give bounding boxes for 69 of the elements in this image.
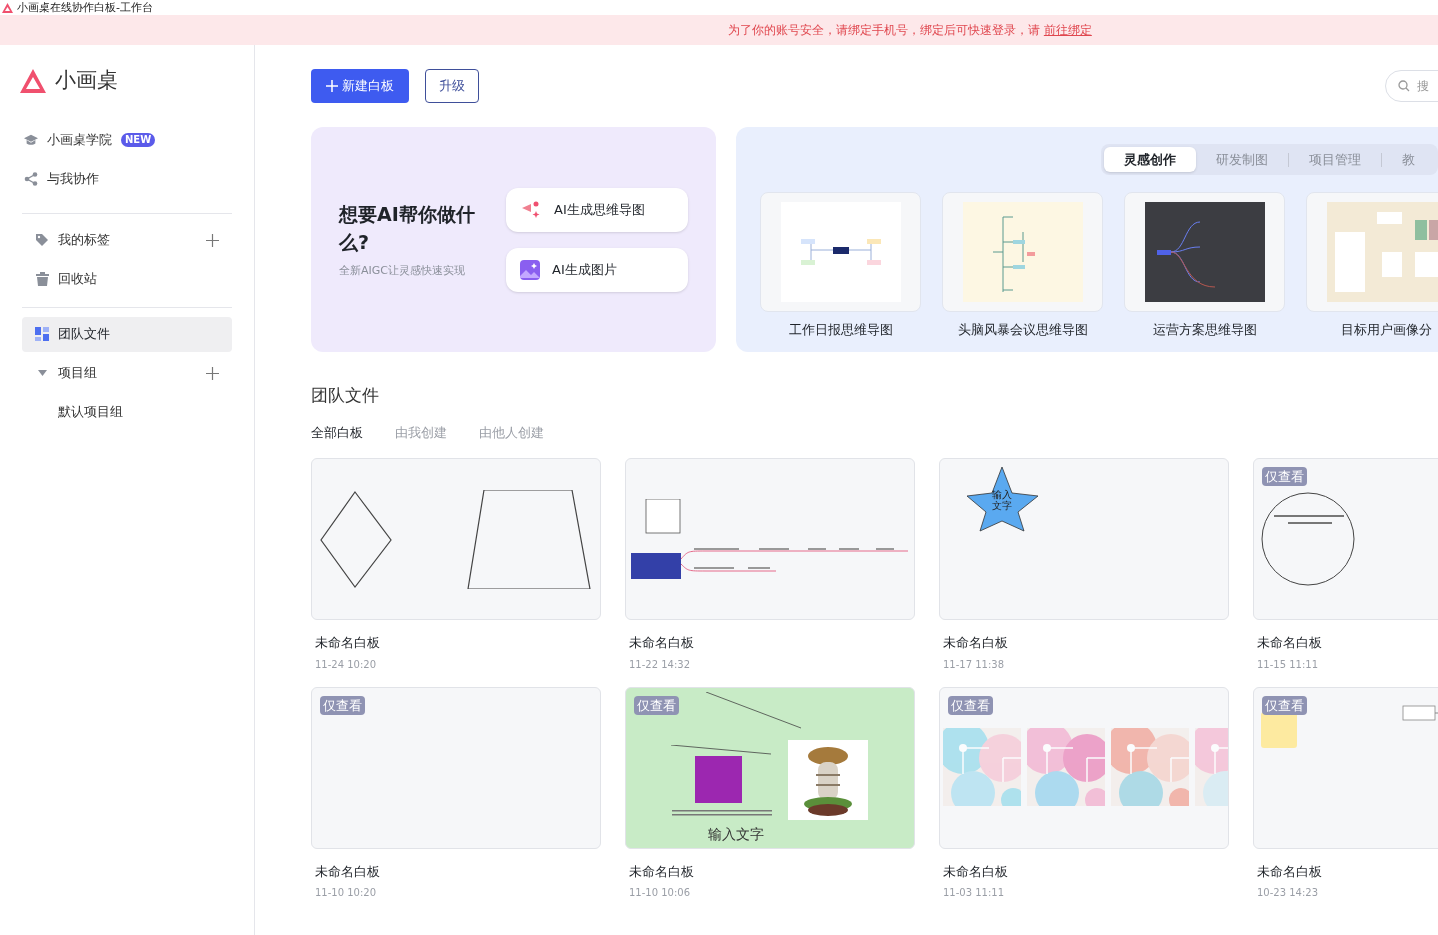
board-name: 未命名白板	[628, 634, 695, 652]
star-drawing	[967, 467, 1039, 533]
graduation-cap-icon	[24, 133, 38, 147]
search-icon	[1398, 80, 1410, 92]
trash-icon	[35, 272, 49, 286]
sidebar-item[interactable]: 我的标签	[22, 222, 232, 258]
board-thumbnail[interactable]: 输入文字	[939, 458, 1229, 620]
plus-icon	[326, 80, 338, 92]
logo-text: 小画桌	[55, 67, 118, 94]
ai-card-subtitle: 全新AIGC让灵感快速实现	[339, 262, 466, 279]
board-date: 11-10 10:06	[628, 886, 692, 900]
board-name: 未命名白板	[942, 862, 1009, 881]
board-name: 未命名白板	[314, 634, 381, 652]
sparkle-icon	[520, 200, 542, 219]
sidebar-item[interactable]: 与我协作	[11, 161, 243, 197]
board-date: 11-15 11:11	[1256, 657, 1320, 672]
board-date: 11-22 14:32	[628, 657, 692, 672]
ai-action-button[interactable]: AI生成思维导图	[506, 187, 688, 232]
app-icon	[2, 2, 13, 13]
view-only-badge: 仅查看	[320, 695, 365, 715]
board-thumbnail[interactable]: 输入文字 仅查看	[625, 686, 915, 849]
board-date: 11-17 11:38	[942, 657, 1006, 672]
view-only-badge: 仅查看	[1262, 695, 1307, 715]
template-title: 头脑风暴会议思维导图	[957, 321, 1088, 339]
square-shape	[695, 755, 742, 803]
canvas-text: 输入文字	[708, 824, 764, 844]
add-icon[interactable]	[206, 233, 219, 247]
board-thumbnail[interactable]	[311, 458, 601, 620]
section-heading: 团队文件	[311, 384, 380, 407]
template-title: 运营方案思维导图	[1152, 321, 1257, 339]
view-only-badge: 仅查看	[634, 695, 679, 715]
board-date: 11-24 10:20	[314, 657, 378, 672]
window-title: 小画桌在线协作白板-工作台	[17, 1, 153, 14]
board-name: 未命名白板	[1256, 634, 1323, 652]
filter-tab[interactable]: 全部白板	[311, 422, 363, 442]
logo-icon	[19, 67, 47, 94]
tag-icon	[35, 233, 49, 247]
view-only-badge: 仅查看	[1262, 467, 1307, 486]
board-name: 未命名白板	[314, 862, 381, 881]
board-thumbnail[interactable]	[625, 458, 915, 620]
image-icon	[520, 259, 540, 280]
sidebar-item[interactable]: 默认项目组	[22, 394, 232, 430]
sidebar-item[interactable]: 回收站	[22, 261, 232, 297]
banner-text: 为了你的账号安全，请绑定手机号，绑定后可快速登录，请 前往绑定	[728, 22, 1092, 39]
view-only-badge: 仅查看	[948, 695, 993, 715]
ai-card-title: 想要AI帮你做什么?	[339, 201, 476, 255]
template-card[interactable]	[1124, 192, 1285, 312]
board-date: 11-10 10:20	[314, 886, 378, 900]
new-board-button[interactable]: 新建白板	[311, 69, 409, 103]
bind-link[interactable]: 前往绑定	[1043, 23, 1092, 37]
template-tab[interactable]: 灵感创作	[1104, 147, 1196, 172]
board-name: 未命名白板	[942, 634, 1009, 652]
add-icon[interactable]	[206, 366, 219, 380]
upgrade-button[interactable]: 升级	[425, 69, 479, 103]
ai-action-button[interactable]: AI生成图片	[506, 247, 688, 292]
new-badge: NEW	[121, 133, 156, 147]
template-title: 工作日报思维导图	[788, 321, 893, 339]
board-date: 10-23 14:23	[1256, 886, 1320, 900]
share-icon	[24, 172, 38, 186]
sidebar-item[interactable]: 项目组	[22, 355, 232, 391]
grid-icon	[35, 327, 49, 341]
board-name: 未命名白板	[628, 862, 695, 881]
search-field[interactable]: 搜	[1385, 70, 1438, 102]
sidebar-item[interactable]: 团队文件	[22, 316, 232, 352]
board-name: 未命名白板	[1256, 862, 1323, 881]
canvas-text: 输入文字	[991, 489, 1013, 511]
board-date: 11-03 11:11	[942, 886, 1006, 900]
sidebar-item[interactable]: 小画桌学院 NEW	[11, 122, 243, 158]
template-title: 目标用户画像分	[1341, 321, 1432, 339]
